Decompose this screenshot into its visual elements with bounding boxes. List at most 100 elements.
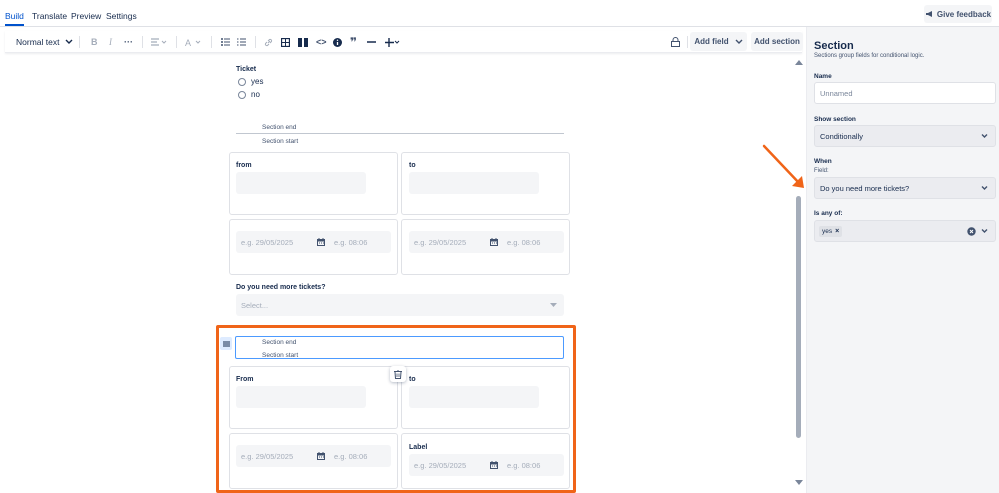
selected-section-divider[interactable]: Section end Section start	[235, 336, 564, 359]
date-placeholder: e.g. 29/05/2025	[241, 238, 294, 247]
date-placeholder: e.g. 29/05/2025	[414, 238, 467, 247]
add-section-label: Add section	[754, 37, 800, 46]
editor-toolbar: Normal text B I ··· A <> ❞ Add field Add…	[5, 31, 803, 53]
from-field-card[interactable]: From	[229, 366, 398, 429]
info-panel-icon[interactable]	[333, 35, 342, 49]
delete-button[interactable]	[390, 366, 406, 382]
tab-settings[interactable]: Settings	[106, 11, 137, 21]
text-color-icon[interactable]: A	[185, 35, 201, 49]
from-label: from	[236, 162, 252, 169]
trash-icon	[394, 369, 402, 379]
label-label: Label	[409, 444, 428, 451]
more-tickets-select[interactable]: Select...	[236, 294, 564, 316]
radio-no[interactable]	[238, 91, 246, 99]
clear-icon[interactable]	[967, 227, 976, 236]
show-section-select[interactable]: Conditionally	[814, 125, 996, 147]
tab-translate[interactable]: Translate	[32, 11, 67, 21]
tab-preview[interactable]: Preview	[71, 11, 101, 21]
calendar-icon[interactable]	[317, 452, 325, 460]
give-feedback-button[interactable]: Give feedback	[924, 5, 992, 23]
scroll-down-icon[interactable]	[794, 479, 804, 486]
is-any-of-multiselect[interactable]: yes ×	[814, 220, 996, 242]
when-field-value: Do you need more tickets?	[820, 183, 910, 193]
to-field-card[interactable]: to	[401, 152, 570, 215]
bold-icon[interactable]: B	[91, 35, 98, 49]
name-placeholder: Unnamed	[820, 88, 853, 98]
radio-yes[interactable]	[238, 78, 246, 86]
to-field-card[interactable]: to	[401, 366, 570, 429]
scrollbar-thumb[interactable]	[796, 196, 801, 438]
field-label: Field:	[814, 168, 829, 174]
tag-label: yes	[822, 228, 833, 235]
table-icon[interactable]	[281, 35, 290, 49]
quote-icon[interactable]: ❞	[350, 35, 357, 49]
radio-yes-label: yes	[251, 77, 264, 86]
time-placeholder: e.g. 08:06	[507, 461, 541, 470]
is-any-of-label: Is any of:	[814, 210, 843, 217]
layout-columns-icon[interactable]	[298, 35, 308, 49]
more-formatting-icon[interactable]: ···	[124, 35, 133, 49]
scroll-up-icon[interactable]	[794, 59, 804, 66]
when-field-select[interactable]: Do you need more tickets?	[814, 177, 996, 199]
calendar-icon[interactable]	[317, 238, 325, 246]
svg-text:A: A	[185, 38, 191, 47]
more-tickets-label: Do you need more tickets?	[236, 284, 326, 291]
text-style-label: Normal text	[16, 37, 60, 47]
calendar-icon[interactable]	[490, 461, 498, 469]
section-divider	[236, 133, 564, 134]
name-input[interactable]: Unnamed	[814, 82, 996, 104]
time-placeholder: e.g. 08:06	[507, 238, 541, 247]
panel-subtitle: Sections group fields for conditional lo…	[814, 53, 925, 59]
from-field-card[interactable]: from	[229, 152, 398, 215]
to-input[interactable]	[409, 172, 539, 194]
to-input[interactable]	[409, 386, 539, 408]
date-placeholder: e.g. 29/05/2025	[414, 461, 467, 470]
alignment-icon[interactable]	[151, 35, 167, 49]
bullet-list-icon[interactable]	[221, 35, 230, 49]
panel-title: Section	[814, 40, 854, 52]
date-time-card[interactable]: e.g. 29/05/2025 e.g. 08:06	[229, 433, 398, 489]
lock-icon[interactable]	[671, 35, 680, 49]
code-icon[interactable]: <>	[316, 35, 327, 49]
text-style-dropdown[interactable]: Normal text	[16, 35, 73, 49]
date-placeholder: e.g. 29/05/2025	[241, 452, 294, 461]
divider-icon[interactable]	[367, 35, 376, 49]
chevron-down-icon	[981, 229, 988, 233]
to-label: to	[409, 376, 416, 383]
select-placeholder: Select...	[241, 301, 269, 310]
megaphone-icon	[925, 11, 932, 17]
time-placeholder: e.g. 08:06	[334, 452, 368, 461]
calendar-icon[interactable]	[490, 238, 498, 246]
chevron-down-icon	[981, 186, 988, 190]
italic-icon[interactable]: I	[109, 35, 112, 49]
from-input[interactable]	[236, 386, 366, 408]
drag-handle-icon[interactable]	[220, 337, 232, 350]
date-time-card[interactable]: e.g. 29/05/2025 e.g. 08:06	[229, 219, 398, 275]
show-section-value: Conditionally	[820, 131, 863, 141]
chevron-down-icon	[981, 134, 988, 138]
section-end-text: Section end	[262, 339, 297, 346]
add-field-button[interactable]: Add field	[690, 32, 747, 51]
date-time-card[interactable]: Label e.g. 29/05/2025 e.g. 08:06	[401, 433, 570, 489]
name-label: Name	[814, 73, 832, 80]
section-settings-panel: Section Sections group fields for condit…	[806, 27, 999, 493]
section-start-text: Section start	[262, 138, 299, 145]
from-label: From	[236, 376, 254, 383]
annotation-arrow-icon	[762, 144, 804, 188]
time-placeholder: e.g. 08:06	[334, 238, 368, 247]
to-label: to	[409, 162, 416, 169]
tab-build[interactable]: Build	[5, 11, 24, 21]
add-section-button[interactable]: Add section	[751, 32, 803, 51]
give-feedback-label: Give feedback	[936, 9, 992, 19]
numbered-list-icon[interactable]	[237, 35, 246, 49]
link-icon[interactable]	[264, 35, 273, 49]
date-time-card[interactable]: e.g. 29/05/2025 e.g. 08:06	[401, 219, 570, 275]
top-navigation: Build Translate Preview Settings Give fe…	[0, 0, 999, 27]
selected-value-tag: yes ×	[819, 226, 843, 237]
chevron-down-icon	[65, 39, 73, 44]
chevron-down-icon	[735, 39, 743, 44]
section-start-text: Section start	[262, 352, 299, 359]
remove-tag-icon[interactable]: ×	[835, 228, 839, 235]
insert-more-icon[interactable]	[385, 35, 400, 49]
from-input[interactable]	[236, 172, 366, 194]
